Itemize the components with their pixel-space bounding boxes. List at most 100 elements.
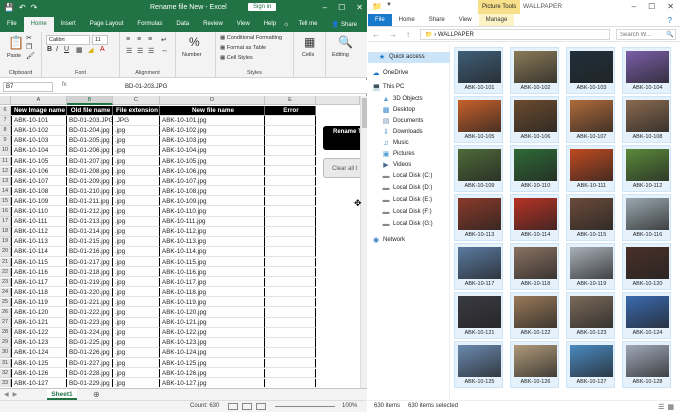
row-header[interactable]: 17: [0, 217, 11, 227]
tab-insert[interactable]: Insert: [54, 17, 83, 32]
table-cell[interactable]: BD-01-218.jpg: [67, 267, 113, 278]
table-cell[interactable]: ABK-10-123: [11, 338, 67, 348]
nav-item[interactable]: ▬ Local Disk (E:): [382, 195, 433, 206]
table-cell[interactable]: ABK-10-118: [11, 287, 67, 298]
fx-icon[interactable]: fx: [62, 82, 67, 88]
table-cell[interactable]: ABK-10-107.jpg: [160, 176, 265, 187]
sheet-nav-arrows[interactable]: ◀▶: [4, 391, 21, 398]
table-cell[interactable]: [265, 247, 316, 257]
clear-all-button[interactable]: Clear all t: [323, 158, 363, 178]
table-cell[interactable]: [265, 186, 316, 197]
table-cell[interactable]: ABK-10-104.jpg: [160, 146, 265, 156]
table-cell[interactable]: ABK-10-119.jpg: [160, 297, 265, 308]
table-cell[interactable]: ABK-10-101.jpg: [160, 116, 265, 126]
row-header[interactable]: 7: [0, 116, 11, 126]
table-cell[interactable]: BD-01-207.jpg: [67, 156, 113, 167]
row-header[interactable]: 25: [0, 297, 11, 308]
table-cell[interactable]: .jpg: [113, 126, 160, 136]
tab-data[interactable]: Data: [169, 17, 196, 32]
font-name-select[interactable]: Calibri: [46, 35, 90, 45]
row-header[interactable]: 23: [0, 277, 11, 288]
table-cell[interactable]: .jpg: [113, 166, 160, 177]
row-header[interactable]: 29: [0, 338, 11, 348]
help-icon[interactable]: ?: [668, 16, 672, 25]
file-thumbnail[interactable]: ABK-10-125: [454, 341, 503, 388]
nav-item[interactable]: ◉ Network: [372, 235, 405, 246]
file-thumbnail[interactable]: ABK-10-120: [622, 243, 671, 290]
table-cell[interactable]: ABK-10-103.jpg: [160, 136, 265, 146]
table-header-cell[interactable]: Error: [265, 106, 316, 116]
row-header[interactable]: 26: [0, 308, 11, 318]
table-header-cell[interactable]: File extension: [113, 106, 160, 116]
table-cell[interactable]: BD-01-222.jpg: [67, 308, 113, 318]
page-layout-view-icon[interactable]: [242, 403, 252, 410]
zoom-slider[interactable]: [275, 406, 335, 407]
file-thumbnail[interactable]: ABK-10-126: [510, 341, 559, 388]
table-cell[interactable]: ABK-10-122: [11, 328, 67, 338]
row-header[interactable]: 9: [0, 136, 11, 146]
row-header[interactable]: 8: [0, 126, 11, 136]
table-cell[interactable]: BD-01-216.jpg: [67, 247, 113, 257]
forward-icon[interactable]: →: [389, 30, 397, 39]
table-cell[interactable]: .jpg: [113, 267, 160, 278]
table-cell[interactable]: BD-01-212.jpg: [67, 207, 113, 217]
borders-icon[interactable]: ▦: [76, 46, 83, 54]
tab-manage[interactable]: Manage: [478, 14, 515, 26]
table-cell[interactable]: ABK-10-108.jpg: [160, 186, 265, 197]
nav-item[interactable]: ★ Quick access: [368, 52, 450, 63]
table-cell[interactable]: ABK-10-102.jpg: [160, 126, 265, 136]
table-cell[interactable]: BD-01-217.jpg: [67, 257, 113, 268]
table-cell[interactable]: ABK-10-124.jpg: [160, 348, 265, 358]
tab-view[interactable]: View: [230, 17, 257, 32]
table-cell[interactable]: ABK-10-124: [11, 348, 67, 358]
row-header[interactable]: 30: [0, 348, 11, 358]
table-cell[interactable]: [265, 116, 316, 126]
row-header[interactable]: 6: [0, 106, 11, 116]
table-cell[interactable]: ABK-10-111.jpg: [160, 217, 265, 227]
table-cell[interactable]: ABK-10-105: [11, 156, 67, 167]
row-header[interactable]: 20: [0, 247, 11, 257]
nav-item[interactable]: ♫ Music: [382, 138, 408, 149]
file-thumbnail[interactable]: ABK-10-123: [566, 292, 615, 339]
table-cell[interactable]: BD-01-226.jpg: [67, 348, 113, 358]
cells-label[interactable]: Cells: [302, 52, 314, 58]
nav-item[interactable]: 💻 This PC: [372, 82, 404, 93]
row-header[interactable]: 14: [0, 186, 11, 197]
sheet-tab[interactable]: Sheet1: [47, 389, 77, 400]
table-cell[interactable]: BD-01-211.jpg: [67, 196, 113, 207]
table-cell[interactable]: ABK-10-122.jpg: [160, 328, 265, 338]
table-cell[interactable]: [265, 156, 316, 167]
nav-item[interactable]: ▣ Pictures: [382, 149, 415, 160]
table-cell[interactable]: BD-01-219.jpg: [67, 277, 113, 288]
table-cell[interactable]: ABK-10-121.jpg: [160, 318, 265, 328]
file-thumbnail[interactable]: ABK-10-110: [510, 145, 559, 192]
nav-item[interactable]: ▬ Local Disk (G:): [382, 219, 433, 230]
file-thumbnail[interactable]: ABK-10-128: [622, 341, 671, 388]
table-cell[interactable]: BD-01-221.jpg: [67, 297, 113, 308]
table-cell[interactable]: ABK-10-127.jpg: [160, 378, 265, 387]
table-cell[interactable]: ABK-10-103: [11, 136, 67, 146]
underline-icon[interactable]: U: [64, 46, 69, 53]
table-cell[interactable]: ABK-10-117.jpg: [160, 277, 265, 288]
table-cell[interactable]: ABK-10-102: [11, 126, 67, 136]
copy-icon[interactable]: ❐: [26, 43, 32, 51]
file-thumbnail[interactable]: ABK-10-101: [454, 47, 503, 94]
minimize-icon[interactable]: –: [632, 2, 636, 11]
close-icon[interactable]: ✕: [667, 2, 674, 11]
file-thumbnail[interactable]: ABK-10-109: [454, 145, 503, 192]
table-cell[interactable]: .jpg: [113, 318, 160, 328]
file-thumbnail[interactable]: ABK-10-102: [510, 47, 559, 94]
table-cell[interactable]: [265, 308, 316, 318]
font-color-icon[interactable]: A: [100, 46, 105, 53]
italic-icon[interactable]: I: [56, 46, 58, 53]
table-cell[interactable]: ABK-10-112: [11, 227, 67, 237]
row-header[interactable]: 11: [0, 156, 11, 167]
row-header[interactable]: 32: [0, 368, 11, 379]
tab-help[interactable]: Help: [257, 17, 283, 32]
scroll-thumb[interactable]: [362, 98, 367, 128]
table-cell[interactable]: .jpg: [113, 156, 160, 167]
column-header[interactable]: B: [67, 96, 113, 105]
table-cell[interactable]: BD-01-215.jpg: [67, 237, 113, 247]
large-icons-view-icon[interactable]: ▦: [667, 403, 674, 411]
row-header[interactable]: 21: [0, 257, 11, 268]
